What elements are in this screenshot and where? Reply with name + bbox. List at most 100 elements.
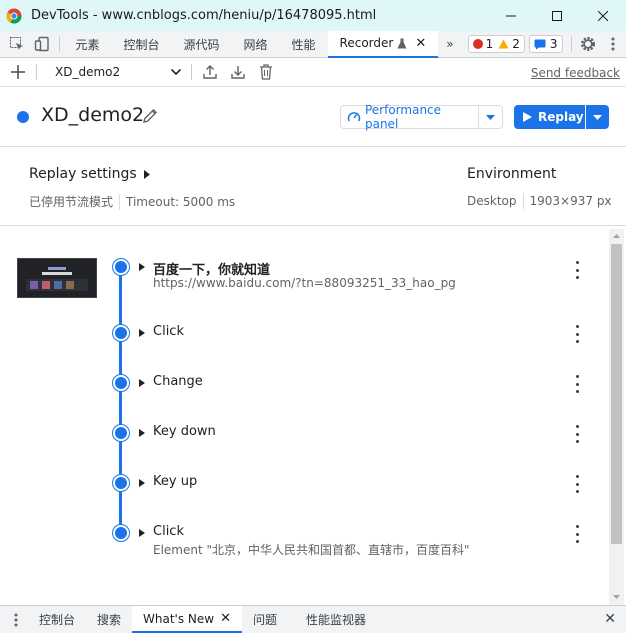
- step-subtitle: https://www.baidu.com/?tn=88093251_33_ha…: [153, 276, 456, 290]
- separator: [58, 36, 60, 52]
- step-title: Change: [153, 374, 203, 389]
- replay-label: Replay: [538, 110, 584, 124]
- step-title: Click: [153, 524, 184, 539]
- tab-label: 元素: [75, 37, 100, 52]
- recording-dot-icon: [17, 111, 29, 123]
- gear-icon: [581, 37, 596, 51]
- send-feedback-link[interactable]: Send feedback: [531, 66, 620, 80]
- warning-icon: [498, 39, 509, 49]
- message-icon: [534, 39, 546, 49]
- drawer-tab-search[interactable]: 搜索: [86, 606, 132, 633]
- close-tab-icon[interactable]: ✕: [220, 611, 231, 626]
- tab-sources[interactable]: 源代码: [172, 31, 232, 58]
- step-title: Click: [153, 324, 184, 339]
- inspect-icon: [9, 37, 23, 50]
- step-menu-icon[interactable]: [571, 475, 583, 493]
- scroll-up-button[interactable]: [609, 229, 624, 242]
- close-drawer-icon[interactable]: ✕: [604, 611, 616, 627]
- step-item[interactable]: 百度一下，你就知道 https://www.baidu.com/?tn=8809…: [0, 257, 608, 297]
- step-menu-icon[interactable]: [571, 325, 583, 343]
- drawer-tabbar: 控制台 搜索 What's New ✕ 问题 性能监视器 ✕: [0, 605, 626, 633]
- replay-main[interactable]: Replay: [514, 105, 586, 129]
- recording-select[interactable]: XD_demo2: [47, 61, 187, 83]
- tab-label: 控制台: [39, 613, 76, 627]
- create-recording-button[interactable]: [4, 58, 32, 86]
- replay-settings-section: Replay settings 已停用节流模式 Timeout: 5000 ms…: [0, 148, 626, 226]
- expand-step-icon[interactable]: [139, 479, 145, 487]
- drawer-tab-whats-new[interactable]: What's New ✕: [132, 606, 243, 633]
- performance-panel-button[interactable]: Performance panel: [340, 103, 503, 131]
- step-item[interactable]: Change: [0, 373, 608, 413]
- tab-elements[interactable]: 元素: [63, 31, 111, 58]
- more-tabs-button[interactable]: »: [438, 31, 461, 58]
- delete-recording-button[interactable]: [252, 58, 280, 86]
- step-dot-icon: [113, 325, 129, 341]
- performance-panel-dropdown[interactable]: [479, 114, 502, 120]
- drawer-tab-performance-monitor[interactable]: 性能监视器: [288, 606, 377, 633]
- step-dot-icon: [113, 259, 129, 275]
- minimize-button[interactable]: [488, 0, 534, 31]
- close-tab-icon[interactable]: ✕: [415, 36, 426, 51]
- caret-down-icon: [613, 594, 620, 599]
- tab-console[interactable]: 控制台: [111, 31, 171, 58]
- drawer-menu-button[interactable]: [4, 607, 28, 633]
- separator: [570, 36, 572, 52]
- tab-label: 搜索: [97, 613, 122, 627]
- throttling-value: 已停用节流模式: [29, 195, 114, 209]
- step-menu-icon[interactable]: [571, 425, 583, 443]
- customize-menu-button[interactable]: [601, 31, 626, 57]
- export-button[interactable]: [196, 58, 224, 86]
- expand-step-icon[interactable]: [139, 329, 145, 337]
- replay-settings-values: 已停用节流模式 Timeout: 5000 ms: [29, 193, 235, 210]
- step-menu-icon[interactable]: [571, 375, 583, 393]
- step-item[interactable]: Key down: [0, 423, 608, 463]
- window-titlebar: DevTools - www.cnblogs.com/heniu/p/16478…: [0, 0, 626, 31]
- settings-button[interactable]: [575, 31, 600, 57]
- separator: [36, 64, 37, 80]
- flask-icon: [397, 38, 407, 48]
- close-window-button[interactable]: [580, 0, 626, 31]
- timeout-value: Timeout: 5000 ms: [126, 194, 236, 209]
- expand-step-icon[interactable]: [139, 263, 145, 271]
- issues-counter[interactable]: 1 2: [467, 35, 525, 53]
- step-item[interactable]: Click Element "北京，中华人民共和国首都、直辖市，百度百科": [0, 523, 608, 563]
- close-icon: [598, 10, 608, 21]
- step-item[interactable]: Key up: [0, 473, 608, 513]
- drawer-tab-issues[interactable]: 问题: [242, 606, 288, 633]
- play-icon: [523, 112, 532, 122]
- scroll-down-button[interactable]: [609, 590, 624, 603]
- replay-dropdown[interactable]: [586, 114, 609, 120]
- tab-performance[interactable]: 性能: [280, 31, 328, 58]
- tab-recorder[interactable]: Recorder ✕: [327, 30, 439, 58]
- step-menu-icon[interactable]: [571, 525, 583, 543]
- step-item[interactable]: Click: [0, 323, 608, 363]
- step-menu-icon[interactable]: [571, 261, 583, 279]
- environment-values: Desktop 1903×937 px: [467, 193, 612, 209]
- import-button[interactable]: [224, 58, 252, 86]
- tab-network[interactable]: 网络: [232, 31, 280, 58]
- inspect-element-button[interactable]: [4, 31, 29, 57]
- messages-counter[interactable]: 3: [528, 35, 563, 53]
- selected-recording: XD_demo2: [55, 65, 121, 79]
- expand-step-icon[interactable]: [139, 429, 145, 437]
- performance-panel-main[interactable]: Performance panel: [341, 103, 479, 131]
- expand-step-icon[interactable]: [139, 529, 145, 537]
- window-title: DevTools - www.cnblogs.com/heniu/p/16478…: [31, 8, 377, 23]
- separator: [522, 193, 524, 209]
- expand-step-icon[interactable]: [139, 379, 145, 387]
- performance-panel-label: Performance panel: [364, 103, 442, 131]
- pencil-icon[interactable]: [140, 106, 160, 126]
- replay-button[interactable]: Replay: [514, 105, 609, 129]
- tab-label: 性能: [291, 37, 316, 52]
- maximize-button[interactable]: [534, 0, 580, 31]
- device-icon: [34, 36, 49, 52]
- scrollbar-thumb[interactable]: [611, 244, 622, 544]
- device-toolbar-button[interactable]: [29, 31, 54, 57]
- kebab-icon: [14, 613, 18, 626]
- drawer-tab-console[interactable]: 控制台: [28, 606, 86, 633]
- replay-settings-toggle[interactable]: Replay settings: [29, 166, 150, 182]
- kebab-icon: [611, 37, 615, 51]
- plus-icon: [11, 65, 25, 79]
- caret-down-icon: [486, 114, 495, 120]
- recording-title: XD_demo2: [41, 104, 145, 126]
